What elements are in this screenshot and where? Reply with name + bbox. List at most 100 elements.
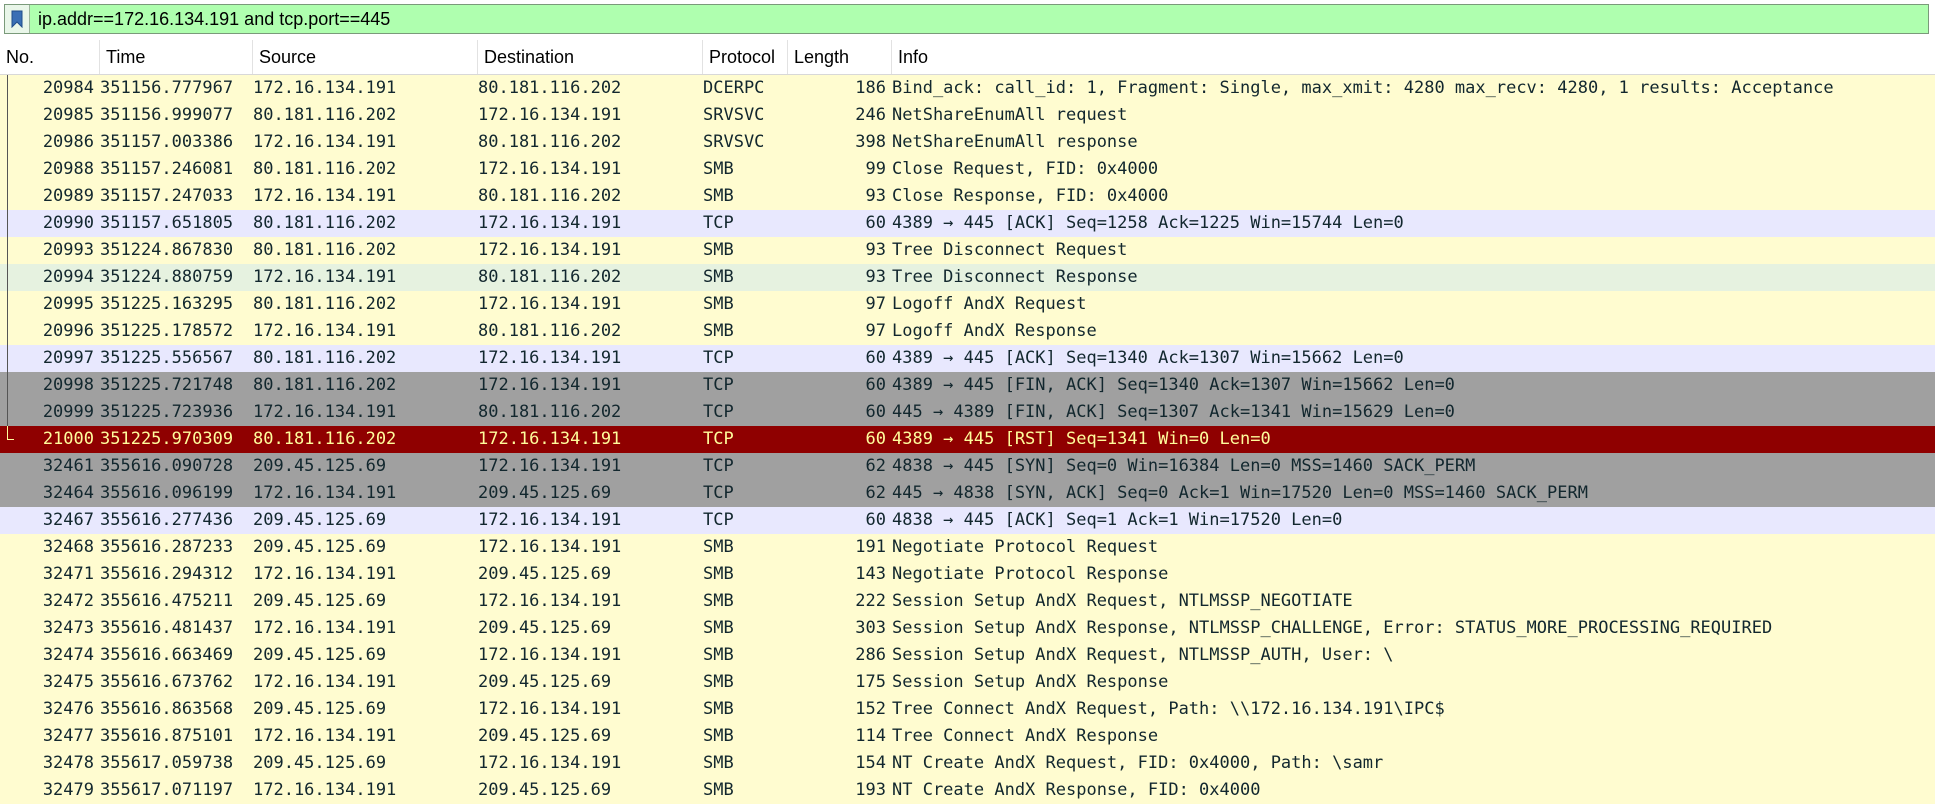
packet-number: 32467: [42, 510, 94, 530]
packet-row[interactable]: 20993 351224.867830 80.181.116.202 172.16.1…: [0, 237, 1935, 264]
packet-info: Session Setup AndX Response: [892, 672, 1169, 692]
column-header-protocol[interactable]: Protocol: [703, 40, 788, 74]
packet-time: 351157.651805: [100, 213, 234, 233]
packet-row[interactable]: 32464 355616.096199 172.16.134.191 209.45.1…: [0, 480, 1935, 507]
packet-row[interactable]: 20988 351157.246081 80.181.116.202 172.16.1…: [0, 156, 1935, 183]
bookmark-icon-glyph: [11, 10, 23, 28]
tree-line: [7, 210, 8, 237]
column-header-source[interactable]: Source: [253, 40, 478, 74]
packet-number: 32475: [42, 672, 94, 692]
packet-length: 93: [865, 240, 886, 260]
packet-row[interactable]: 32479 355617.071197 172.16.134.191 209.45.1…: [0, 777, 1935, 804]
display-filter-input[interactable]: [30, 4, 1928, 34]
packet-time: 351157.247033: [100, 186, 234, 206]
packet-time: 351224.867830: [100, 240, 234, 260]
packet-row[interactable]: 20997 351225.556567 80.181.116.202 172.16.1…: [0, 345, 1935, 372]
column-header-destination[interactable]: Destination: [478, 40, 703, 74]
column-header-no[interactable]: No.: [0, 40, 100, 74]
packet-source: 209.45.125.69: [253, 537, 387, 557]
packet-row[interactable]: 20996 351225.178572 172.16.134.191 80.181.1…: [0, 318, 1935, 345]
packet-info: Tree Connect AndX Request, Path: \\172.1…: [892, 699, 1445, 719]
packet-row[interactable]: 32461 355616.090728 209.45.125.69 172.16.13…: [0, 453, 1935, 480]
packet-length: 191: [855, 537, 886, 557]
packet-row[interactable]: 32477 355616.875101 172.16.134.191 209.45.1…: [0, 723, 1935, 750]
packet-time: 355616.090728: [100, 456, 234, 476]
packet-row[interactable]: 20995 351225.163295 80.181.116.202 172.16.1…: [0, 291, 1935, 318]
packet-protocol: SMB: [703, 537, 734, 557]
packet-row[interactable]: 32471 355616.294312 172.16.134.191 209.45.1…: [0, 561, 1935, 588]
packet-source: 172.16.134.191: [253, 726, 397, 746]
packet-row[interactable]: 32474 355616.663469 209.45.125.69 172.16.13…: [0, 642, 1935, 669]
packet-row[interactable]: 20998 351225.721748 80.181.116.202 172.16.1…: [0, 372, 1935, 399]
packet-info: Tree Connect AndX Response: [892, 726, 1159, 746]
packet-info: 445 → 4838 [SYN, ACK] Seq=0 Ack=1 Win=17…: [892, 483, 1588, 503]
packet-time: 351156.999077: [100, 105, 234, 125]
packet-source: 80.181.116.202: [253, 294, 397, 314]
packet-source: 209.45.125.69: [253, 699, 387, 719]
packet-destination: 209.45.125.69: [478, 726, 612, 746]
packet-row[interactable]: 20994 351224.880759 172.16.134.191 80.181.1…: [0, 264, 1935, 291]
packet-row[interactable]: 20990 351157.651805 80.181.116.202 172.16.1…: [0, 210, 1935, 237]
packet-source: 80.181.116.202: [253, 348, 397, 368]
packet-source: 209.45.125.69: [253, 510, 387, 530]
conversation-tree-indicator: [0, 291, 14, 318]
packet-time: 351156.777967: [100, 78, 234, 98]
packet-protocol: TCP: [703, 213, 734, 233]
packet-source: 80.181.116.202: [253, 429, 397, 449]
packet-number: 32479: [42, 780, 94, 800]
tree-line: [7, 156, 8, 183]
packet-destination: 172.16.134.191: [478, 105, 622, 125]
packet-row[interactable]: 32478 355617.059738 209.45.125.69 172.16.13…: [0, 750, 1935, 777]
packet-row[interactable]: 20986 351157.003386 172.16.134.191 80.181.1…: [0, 129, 1935, 156]
packet-time: 355616.096199: [100, 483, 234, 503]
packet-row[interactable]: 20999 351225.723936 172.16.134.191 80.181.1…: [0, 399, 1935, 426]
packet-number: 32478: [42, 753, 94, 773]
column-header-length[interactable]: Length: [788, 40, 892, 74]
tree-line: [7, 75, 8, 102]
packet-destination: 172.16.134.191: [478, 294, 622, 314]
packet-protocol: SMB: [703, 618, 734, 638]
packet-length: 60: [865, 213, 886, 233]
conversation-tree-indicator: [0, 453, 14, 480]
packet-length: 114: [855, 726, 886, 746]
packet-row[interactable]: 32467 355616.277436 209.45.125.69 172.16.13…: [0, 507, 1935, 534]
packet-number: 32471: [42, 564, 94, 584]
packet-row[interactable]: 32472 355616.475211 209.45.125.69 172.16.13…: [0, 588, 1935, 615]
packet-info: Tree Disconnect Request: [892, 240, 1128, 260]
packet-source: 172.16.134.191: [253, 672, 397, 692]
packet-row[interactable]: 21000 351225.970309 80.181.116.202 172.16.1…: [0, 426, 1935, 453]
packet-source: 209.45.125.69: [253, 753, 387, 773]
packet-row[interactable]: 20984 351156.777967 172.16.134.191 80.181.1…: [0, 75, 1935, 102]
packet-source: 172.16.134.191: [253, 78, 397, 98]
packet-row[interactable]: 32475 355616.673762 172.16.134.191 209.45.1…: [0, 669, 1935, 696]
packet-protocol: TCP: [703, 483, 734, 503]
tree-line-branch: [7, 439, 14, 440]
packet-info: 4389 → 445 [ACK] Seq=1258 Ack=1225 Win=1…: [892, 213, 1404, 233]
packet-length: 62: [865, 483, 886, 503]
packet-source: 80.181.116.202: [253, 105, 397, 125]
column-header-info[interactable]: Info: [892, 40, 1935, 74]
packet-source: 172.16.134.191: [253, 564, 397, 584]
packet-number: 20989: [42, 186, 94, 206]
packet-protocol: SMB: [703, 564, 734, 584]
bookmark-icon[interactable]: [5, 5, 30, 33]
packet-length: 62: [865, 456, 886, 476]
packet-protocol: SMB: [703, 294, 734, 314]
packet-number: 20999: [42, 402, 94, 422]
packet-length: 303: [855, 618, 886, 638]
packet-time: 355616.875101: [100, 726, 234, 746]
packet-info: Negotiate Protocol Request: [892, 537, 1159, 557]
packet-row[interactable]: 32473 355616.481437 172.16.134.191 209.45.1…: [0, 615, 1935, 642]
packet-row[interactable]: 32476 355616.863568 209.45.125.69 172.16.13…: [0, 696, 1935, 723]
packet-list-header: No. Time Source Destination Protocol Len…: [0, 40, 1935, 75]
packet-source: 172.16.134.191: [253, 132, 397, 152]
tree-line: [7, 399, 8, 426]
packet-row[interactable]: 20985 351156.999077 80.181.116.202 172.16.1…: [0, 102, 1935, 129]
packet-protocol: SMB: [703, 699, 734, 719]
packet-destination: 209.45.125.69: [478, 780, 612, 800]
column-header-time[interactable]: Time: [100, 40, 253, 74]
packet-row[interactable]: 32468 355616.287233 209.45.125.69 172.16.13…: [0, 534, 1935, 561]
packet-length: 60: [865, 402, 886, 422]
packet-row[interactable]: 20989 351157.247033 172.16.134.191 80.181.1…: [0, 183, 1935, 210]
packet-protocol: SMB: [703, 672, 734, 692]
